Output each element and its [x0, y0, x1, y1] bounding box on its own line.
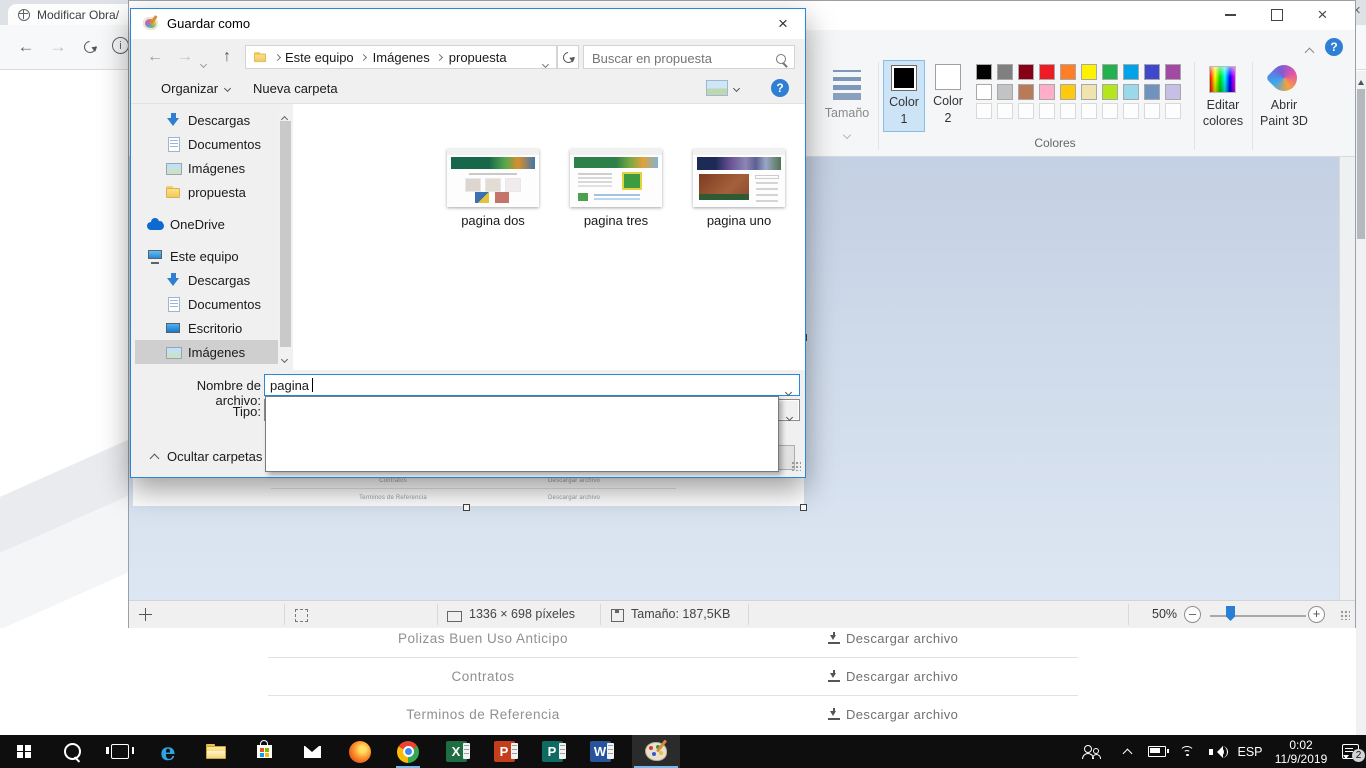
excel-button[interactable]: X	[432, 735, 480, 768]
excel-icon: X	[446, 741, 467, 762]
wifi-icon	[1179, 746, 1195, 758]
edge-button[interactable]: e	[144, 735, 192, 768]
chrome-button[interactable]	[384, 735, 432, 768]
firefox-icon	[349, 741, 371, 763]
mail-icon	[304, 746, 321, 758]
word-button[interactable]: W	[576, 735, 624, 768]
people-button[interactable]	[1072, 735, 1108, 768]
word-icon: W	[590, 741, 611, 762]
file-explorer-button[interactable]	[192, 735, 240, 768]
tray-expand-button[interactable]	[1112, 735, 1142, 768]
tray-date: 11/9/2019	[1275, 752, 1328, 766]
people-icon	[1082, 745, 1099, 759]
windows-logo-icon	[17, 745, 31, 759]
battery-icon	[1148, 746, 1166, 757]
mail-button[interactable]	[288, 735, 336, 768]
store-button[interactable]	[240, 735, 288, 768]
taskbar: e X P P W	[0, 0, 1366, 768]
chevron-up-icon	[1122, 749, 1132, 759]
start-button[interactable]	[0, 735, 48, 768]
edge-icon: e	[160, 741, 175, 763]
screen: Modificar Obra/ ← → i Polizas Buen Uso A…	[0, 0, 1366, 768]
tray-time: 0:02	[1289, 738, 1312, 752]
file-explorer-icon	[206, 744, 226, 759]
powerpoint-icon: P	[494, 741, 515, 762]
store-icon	[257, 745, 272, 758]
search-button[interactable]	[48, 735, 96, 768]
paint-icon	[645, 742, 667, 761]
task-view-button[interactable]	[96, 735, 144, 768]
task-view-icon	[111, 744, 129, 759]
volume-icon	[1209, 746, 1225, 758]
firefox-button[interactable]	[336, 735, 384, 768]
chrome-icon	[397, 741, 419, 763]
publisher-icon: P	[542, 741, 563, 762]
language-indicator[interactable]: ESP	[1232, 735, 1268, 768]
notification-badge: 2	[1352, 749, 1365, 762]
publisher-button[interactable]: P	[528, 735, 576, 768]
volume-button[interactable]	[1202, 735, 1232, 768]
powerpoint-button[interactable]: P	[480, 735, 528, 768]
wifi-button[interactable]	[1172, 735, 1202, 768]
paint-button[interactable]	[632, 735, 680, 768]
action-center-button[interactable]: 2	[1334, 735, 1366, 768]
clock[interactable]: 0:02 11/9/2019	[1268, 735, 1334, 768]
search-icon	[64, 743, 81, 760]
battery-button[interactable]	[1142, 735, 1172, 768]
